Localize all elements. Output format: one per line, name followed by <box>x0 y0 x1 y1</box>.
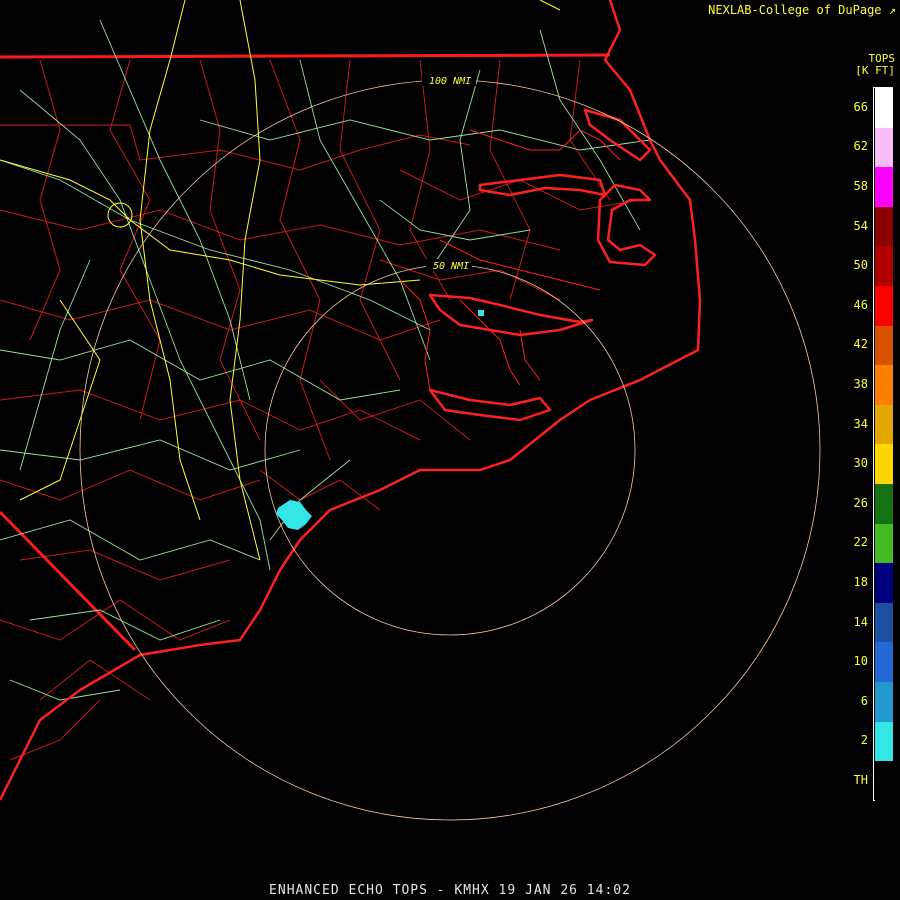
legend-swatch <box>875 246 893 286</box>
legend-label: 66 <box>853 99 868 114</box>
cursor-arrow-icon: ↗ <box>888 3 896 17</box>
legend-swatch <box>875 602 893 643</box>
legend-swatch <box>875 365 893 405</box>
legend-label: 50 <box>853 258 868 273</box>
range-rings <box>79 79 821 821</box>
legend-title: TOPS [K FT] <box>855 53 895 77</box>
state-boundaries <box>0 53 611 652</box>
legend-swatch <box>875 286 893 326</box>
legend-label: 42 <box>853 337 868 352</box>
county-boundaries <box>0 59 641 761</box>
data-credit: NEXLAB-College of DuPage ↗ <box>708 3 896 17</box>
legend-label: 22 <box>853 535 868 550</box>
legend-label: 34 <box>853 416 868 431</box>
legend-label: 38 <box>853 377 868 391</box>
legend-label: 58 <box>853 179 868 193</box>
legend-swatch <box>875 325 893 366</box>
legend-label: 46 <box>853 297 868 312</box>
legend-swatch <box>875 88 893 128</box>
legend-swatch <box>875 404 893 445</box>
legend-label: 6 <box>860 693 868 708</box>
range-ring-100nmi-label: 100 NMI <box>429 76 471 87</box>
legend-swatch <box>875 444 893 484</box>
product-footer: ENHANCED ECHO TOPS - KMHX 19 JAN 26 14:0… <box>269 883 631 898</box>
legend-swatch <box>875 127 893 168</box>
range-ring-100nmi <box>79 79 821 821</box>
echo-cell-small <box>478 310 484 316</box>
legend-label: 10 <box>853 654 868 669</box>
radar-map: 50 NMI 100 NMI <box>0 0 821 821</box>
legend-swatch <box>875 206 893 247</box>
range-ring-50nmi-label: 50 NMI <box>433 261 469 272</box>
credit-text: NEXLAB-College of DuPage <box>708 3 882 17</box>
legend-swatch <box>875 563 893 603</box>
legend-swatch <box>875 167 893 207</box>
legend-label: 18 <box>853 575 868 589</box>
legend-label: 26 <box>853 495 868 510</box>
legend-swatch <box>875 682 893 722</box>
legend-label: 30 <box>853 456 868 471</box>
legend-swatch <box>875 721 893 762</box>
legend-label: 54 <box>853 218 868 233</box>
legend-swatch <box>875 523 893 564</box>
legend-swatch <box>875 484 893 524</box>
road-network <box>0 19 651 701</box>
legend-title-line2: [K FT] <box>855 64 895 77</box>
legend-swatch <box>875 642 893 682</box>
color-scale <box>873 87 893 801</box>
range-ring-50nmi <box>264 264 636 636</box>
legend-label: TH <box>853 773 868 787</box>
legend-label: 14 <box>853 614 868 629</box>
legend-swatch <box>875 761 893 801</box>
legend-label: 62 <box>853 139 868 154</box>
legend-label: 2 <box>860 733 868 748</box>
